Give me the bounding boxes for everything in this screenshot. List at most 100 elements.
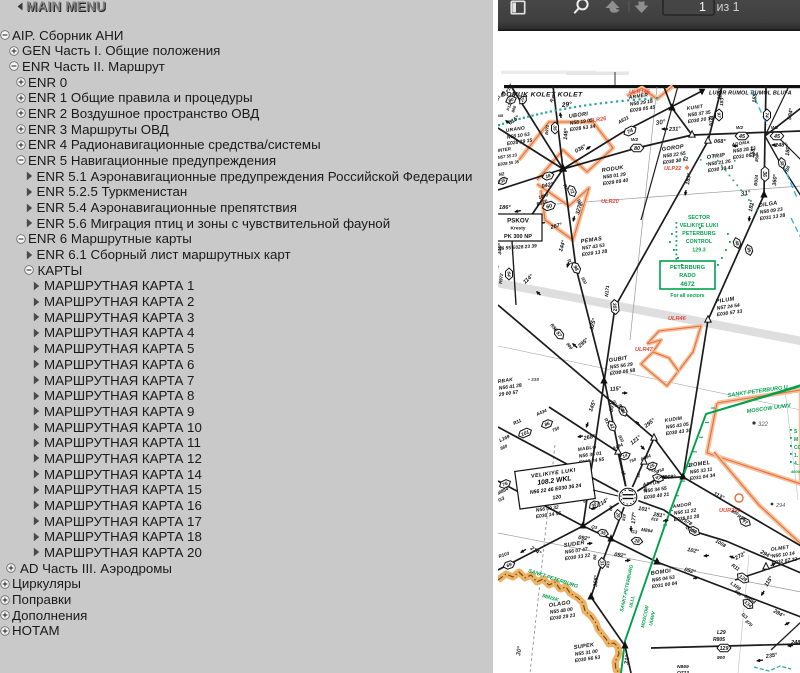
svg-text:A831: A831 [616,115,630,126]
svg-text:R972: R972 [498,273,504,284]
svg-text:322: 322 [758,422,769,428]
svg-text:102°: 102° [687,547,700,555]
svg-text:052°: 052° [684,567,697,576]
svg-text:B8: B8 [592,554,597,560]
svg-text:068°: 068° [714,139,726,145]
svg-text:145°: 145° [588,399,598,413]
svg-text:1: 1 [699,0,706,14]
svg-text:004°: 004° [787,107,795,120]
svg-text:015°: 015° [508,115,522,127]
svg-text:28: 28 [615,511,621,518]
svg-text:MOSCOW UUWV: MOSCOW UUWV [746,403,792,415]
svg-text:ULR46: ULR46 [668,316,687,322]
svg-text:PETERBURG: PETERBURG [682,231,715,237]
svg-text:4..: 4.. [794,461,800,467]
svg-text:UUWV: UUWV [648,610,657,626]
svg-text:ULR47: ULR47 [635,347,654,353]
svg-text:CO: CO [794,445,800,451]
svg-text:97: 97 [715,112,721,118]
svg-text:231°: 231° [668,126,682,133]
svg-text:101°: 101° [638,506,651,514]
svg-text:181°: 181° [748,199,756,212]
svg-text:295°: 295° [643,417,657,430]
svg-text:B924: B924 [753,174,759,186]
svg-text:900: 900 [510,104,517,113]
svg-text:750: 750 [629,456,638,464]
svg-text:36: 36 [761,171,767,177]
svg-text:45: 45 [773,134,781,140]
svg-text:29°: 29° [560,100,572,109]
svg-text:4672: 4672 [680,281,695,288]
svg-text:268°: 268° [582,434,596,443]
svg-text:092°: 092° [614,552,627,560]
svg-text:001°: 001° [609,399,616,412]
svg-text:235°: 235° [764,652,778,660]
svg-text:295°: 295° [577,337,591,350]
svg-text:M: M [794,437,798,443]
svg-text:750: 750 [551,425,560,433]
svg-text:из 1: из 1 [717,0,740,14]
svg-text:860: 860 [499,443,508,451]
svg-text:64: 64 [505,271,511,277]
svg-text:400W: 400W [790,470,800,474]
svg-text:45: 45 [738,134,746,140]
svg-text:B8: B8 [784,165,791,173]
svg-text:360°: 360° [772,173,779,186]
svg-text:SECTOR: SECTOR [688,215,710,221]
svg-text:N5: N5 [498,113,504,118]
svg-text:115°: 115° [610,386,622,393]
svg-text:900: 900 [617,434,625,443]
svg-text:177°: 177° [631,511,638,524]
svg-text:325°: 325° [589,317,598,330]
svg-text:Kresty: Kresty [511,226,526,232]
svg-text:PETERBURG: PETERBURG [670,265,705,271]
svg-text:30°: 30° [514,645,524,656]
svg-text:349°: 349° [498,263,500,273]
svg-text:144°: 144° [558,239,568,253]
svg-text:INTER: INTER [498,146,512,153]
svg-text:W2: W2 [736,125,744,131]
svg-text:180°: 180° [785,143,792,156]
svg-text:158: 158 [752,92,759,103]
svg-text:R103: R103 [498,551,510,559]
svg-text:900: 900 [717,655,725,661]
svg-text:750: 750 [657,466,666,474]
svg-text:294: 294 [775,503,785,509]
svg-text:B8: B8 [608,505,614,512]
svg-text:L29: L29 [717,630,726,636]
svg-text:268°: 268° [663,474,677,481]
svg-text:120: 120 [552,494,562,501]
svg-text:S: S [794,429,798,435]
svg-text:80: 80 [634,146,640,152]
svg-text:ULR20: ULR20 [601,199,620,205]
svg-text:129: 129 [720,646,729,652]
svg-text:• 338: • 338 [528,377,539,383]
svg-text:CONTROL: CONTROL [686,239,713,245]
svg-text:74: 74 [763,112,769,118]
svg-text:30°: 30° [655,118,666,127]
svg-text:R11: R11 [512,418,522,427]
svg-text:870: 870 [744,619,753,628]
svg-text:042°: 042° [541,182,554,190]
svg-text:183°: 183° [685,172,693,185]
svg-text:186°: 186° [499,205,511,211]
svg-text:183°: 183° [717,87,724,100]
svg-text:G3: G3 [631,529,638,535]
svg-text:ULLL: ULLL [628,595,636,608]
svg-text:35: 35 [551,125,557,131]
svg-text:121°: 121° [630,434,643,446]
svg-text:E028 55 35: E028 55 35 [498,159,520,167]
svg-text:W2: W2 [631,137,639,143]
svg-text:356°: 356° [593,574,600,587]
svg-text:PSKOV: PSKOV [507,218,530,225]
svg-text:810: 810 [605,560,611,568]
svg-text:860: 860 [733,589,743,598]
svg-text:R805: R805 [713,637,725,643]
svg-text:M864: M864 [641,527,654,534]
svg-text:W2: W2 [771,125,779,131]
svg-text:1.: 1. [794,453,799,459]
svg-text:115°: 115° [764,575,775,588]
svg-text:For all sectors: For all sectors [670,293,704,299]
svg-text:114°: 114° [522,273,535,285]
svg-text:PK 300 NP: PK 300 NP [504,234,532,240]
